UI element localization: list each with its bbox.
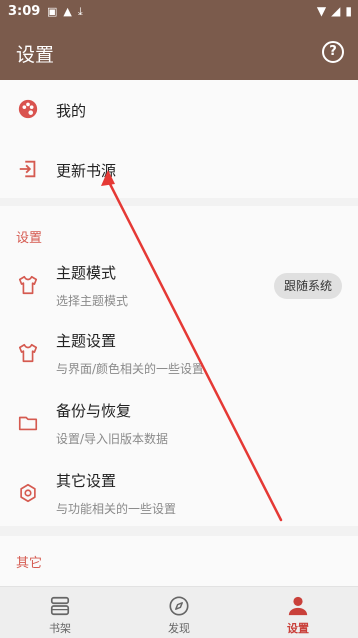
theme-mode-value-chip[interactable]: 跟随系统	[273, 273, 342, 299]
settings-item-theme-settings-sub: 与界面/颜色相关的一些设置	[56, 362, 205, 376]
app-bar: 设置 ?	[0, 24, 358, 80]
settings-item-other-label: 其它设置	[56, 472, 117, 490]
image-icon: ▣	[47, 5, 58, 18]
settings-section-title: 设置	[16, 231, 43, 246]
nav-discover-label: 发现	[168, 622, 190, 635]
bottom-nav: 书架 发现 设置	[0, 586, 358, 638]
hexagon-gear-icon	[20, 483, 36, 503]
settings-item-backup[interactable]: 备份与恢复 设置/导入旧版本数据	[0, 390, 358, 456]
menu-item-update-source[interactable]: 更新书源	[0, 140, 358, 198]
compass-icon	[169, 596, 189, 616]
menu-item-mine-label: 我的	[56, 102, 87, 120]
status-time: 3:09	[8, 4, 41, 19]
settings-item-other-sub: 与功能相关的一些设置	[56, 502, 177, 516]
other-card: 其它	[0, 536, 358, 586]
wifi-icon: ▼	[316, 4, 327, 18]
settings-item-backup-sub: 设置/导入旧版本数据	[56, 432, 169, 446]
bookshelf-icon	[50, 596, 70, 616]
page-title: 设置	[16, 44, 55, 66]
settings-item-backup-label: 备份与恢复	[56, 402, 132, 420]
nav-settings[interactable]: 设置	[258, 587, 338, 638]
signal-icon: ◢	[331, 4, 341, 18]
status-bar: 3:09 ▣ ▲ ⤓ ▼ ◢ ▮	[0, 0, 358, 24]
nav-bookshelf-label: 书架	[49, 622, 71, 635]
photo-icon: ▲	[63, 5, 72, 18]
menu-item-update-source-label: 更新书源	[56, 162, 117, 180]
nav-settings-label: 设置	[287, 622, 309, 635]
nav-discover[interactable]: 发现	[139, 587, 219, 638]
menu-item-mine[interactable]: 我的	[0, 80, 358, 138]
settings-item-theme-settings[interactable]: 主题设置 与界面/颜色相关的一些设置	[0, 320, 358, 386]
person-icon	[288, 596, 308, 616]
help-icon[interactable]: ?	[322, 41, 344, 63]
notification-icons: ▣ ▲ ⤓	[47, 5, 83, 19]
other-section-title: 其它	[16, 556, 43, 571]
settings-card: 设置 主题模式 选择主题模式 主题设置 与界面/颜色相关的一些设置 备份与恢复 …	[0, 206, 358, 526]
account-card: 我的 更新书源	[0, 80, 358, 198]
tshirt-icon	[18, 275, 38, 295]
settings-item-theme-settings-label: 主题设置	[56, 332, 117, 350]
tshirt-icon	[18, 343, 38, 363]
folder-icon	[18, 416, 38, 431]
battery-icon: ▮	[345, 4, 352, 18]
import-icon	[19, 160, 36, 178]
nav-bookshelf[interactable]: 书架	[20, 587, 100, 638]
palette-icon	[18, 99, 38, 119]
settings-item-theme-mode-label: 主题模式	[56, 264, 117, 282]
download-icon: ⤓	[77, 5, 83, 18]
settings-item-theme-mode-sub: 选择主题模式	[56, 294, 129, 308]
settings-item-other[interactable]: 其它设置 与功能相关的一些设置	[0, 460, 358, 526]
system-icons: ▼ ◢ ▮	[317, 4, 352, 18]
